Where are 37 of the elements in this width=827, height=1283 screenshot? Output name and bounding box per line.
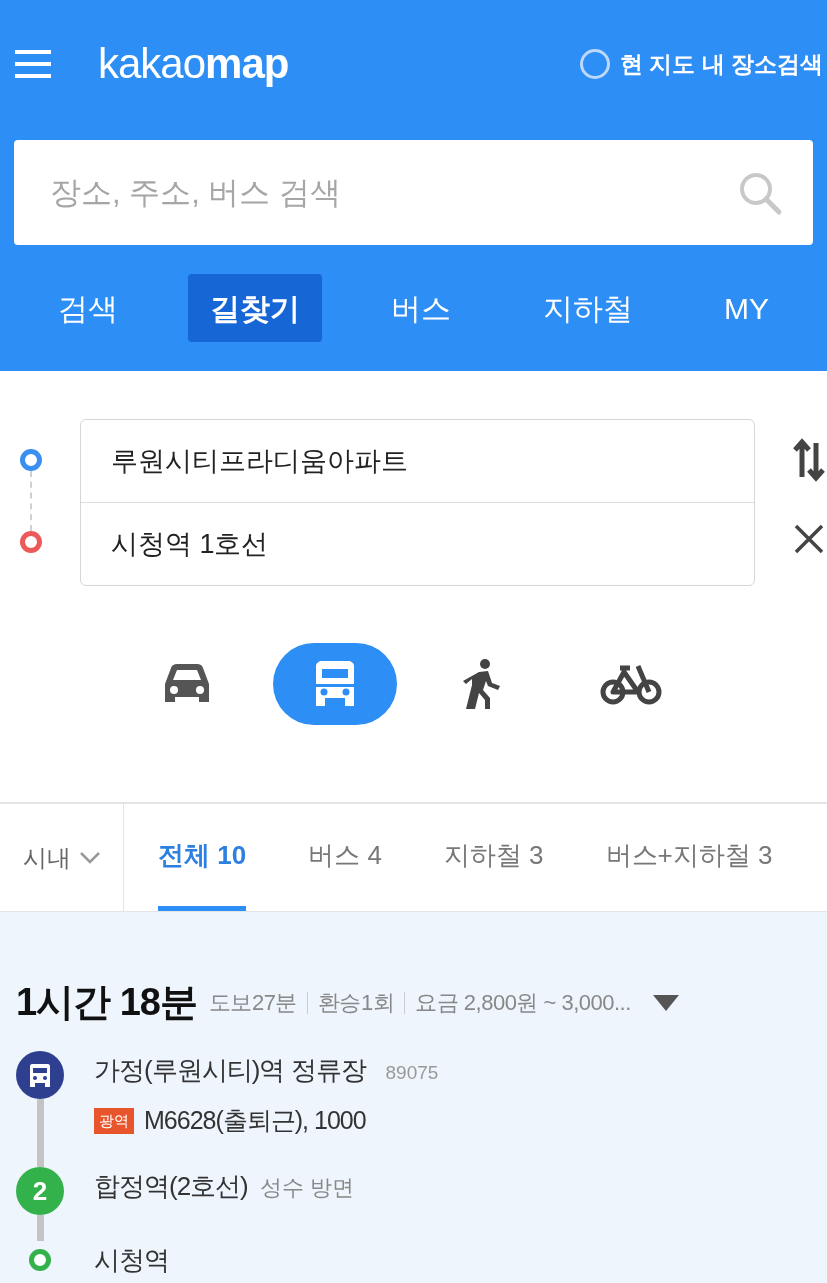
bus-line-numbers: M6628(출퇴근), 1000 <box>144 1105 366 1136</box>
destination-marker-icon <box>20 531 42 553</box>
stop-id: 89075 <box>385 1061 439 1085</box>
nav-tab[interactable]: 버스 <box>369 274 473 342</box>
kakaomap-logo: kakaomap <box>98 43 289 85</box>
result-tab[interactable]: 버스+지하철 3 <box>605 804 773 911</box>
close-button[interactable] <box>793 523 825 555</box>
fare-range: 요금 2,800원 ~ 3,000... <box>415 989 631 1017</box>
bus-icon <box>28 1063 52 1087</box>
walking-person-icon <box>462 659 503 709</box>
result-tab[interactable]: 버스 4 <box>308 804 382 911</box>
area-search-toggle[interactable]: 현 지도 내 장소검색 <box>579 46 823 82</box>
destination-field[interactable]: 시청역 1호선 <box>80 503 755 585</box>
route-duration: 1시간 18분 <box>16 980 197 1025</box>
search-field[interactable]: 장소, 주소, 버스 검색 <box>14 140 813 245</box>
nav-tab[interactable]: MY <box>702 274 791 342</box>
origin-field[interactable]: 루원시티프라디움아파트 <box>80 420 755 503</box>
origin-marker-icon <box>20 449 42 471</box>
swap-button[interactable] <box>793 437 825 483</box>
region-dropdown[interactable]: 시내 <box>0 804 124 911</box>
nav-tab[interactable]: 검색 <box>36 274 140 342</box>
radio-icon[interactable] <box>579 49 610 79</box>
expand-caret-icon[interactable] <box>652 994 679 1011</box>
transfer-count: 환승1회 <box>317 989 395 1017</box>
result-tab[interactable]: 전체 10 <box>158 804 247 911</box>
walk-time: 도보27분 <box>208 989 297 1017</box>
stop-name: 시청역 <box>94 1244 169 1277</box>
stop-name: 합정역(2호선) <box>94 1170 248 1203</box>
menu-button[interactable] <box>14 49 52 79</box>
route-type-badge: 광역 <box>94 1107 134 1134</box>
chevron-down-icon <box>78 850 101 865</box>
result-tab[interactable]: 지하철 3 <box>443 804 544 911</box>
bicycle-icon <box>599 662 662 706</box>
stop-name: 가정(루원시티)역 정류장 <box>94 1054 366 1087</box>
nav-tab[interactable]: 길찾기 <box>187 274 322 342</box>
direction-label: 성수 방면 <box>259 1174 354 1202</box>
nav-tab[interactable]: 지하철 <box>520 274 655 342</box>
